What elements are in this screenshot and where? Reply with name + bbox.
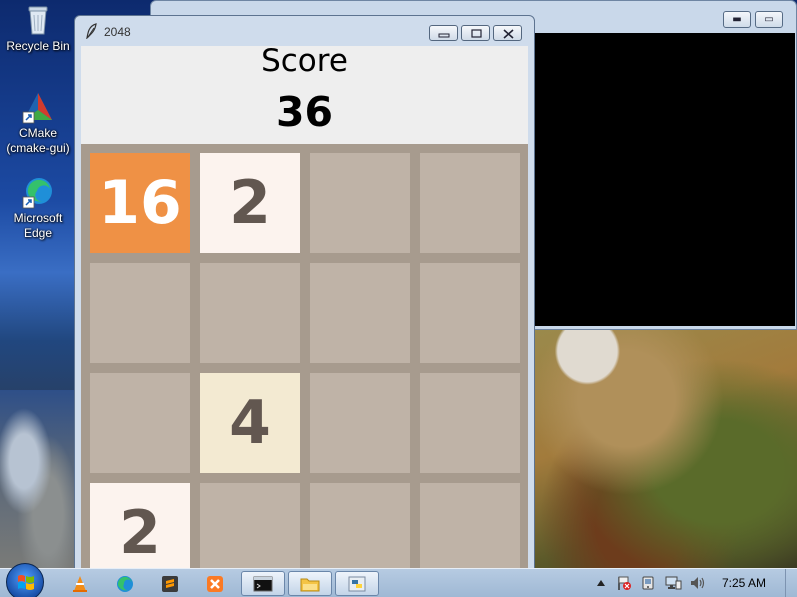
taskbar-explorer[interactable] (288, 571, 332, 596)
edge-icon (117, 576, 133, 592)
title-bar[interactable]: 2048 (75, 16, 534, 46)
taskbar-python[interactable] (335, 571, 379, 596)
tile-r0-c2 (310, 153, 410, 253)
desktop-icon-label: Microsoft Edge (13, 211, 63, 240)
show-desktop-button[interactable] (785, 569, 797, 597)
taskbar-xampp[interactable] (195, 571, 235, 596)
wallpaper-rocks (0, 390, 80, 568)
taskbar-vlc[interactable] (60, 571, 100, 596)
minimize-icon (438, 33, 450, 38)
desktop-icon-recycle-bin[interactable]: Recycle Bin (0, 3, 76, 54)
score-label: Score (261, 46, 348, 79)
background-window-content (535, 33, 795, 326)
vlc-icon (73, 576, 87, 592)
cmake-icon (22, 93, 52, 124)
python-icon (348, 576, 366, 592)
desktop-icon-label: CMake (cmake-gui) (6, 126, 70, 155)
tile-r2-c3 (420, 373, 520, 473)
close-button[interactable] (493, 25, 522, 41)
wallpaper-landscape (535, 327, 797, 568)
tile-r1-c2 (310, 263, 410, 363)
tile-r2-c2 (310, 373, 410, 473)
taskbar-sublime[interactable] (150, 571, 190, 596)
tile-r0-c0: 16 (90, 153, 190, 253)
bg-maximize-button[interactable]: ▭ (755, 11, 783, 28)
edge-icon (22, 178, 52, 209)
volume-icon[interactable] (689, 575, 705, 591)
score-value: 36 (275, 88, 334, 136)
cmd-icon (253, 576, 273, 592)
close-icon (503, 29, 514, 39)
tile-r2-c1: 4 (200, 373, 300, 473)
device-icon[interactable] (640, 575, 656, 591)
network-icon[interactable] (664, 575, 682, 591)
game-window[interactable]: 2048 Score 36 16 2 4 2 (74, 15, 535, 576)
tile-r3-c2 (310, 483, 410, 576)
tile-r1-c1 (200, 263, 300, 363)
game-client-area: Score 36 16 2 4 2 (81, 46, 528, 576)
taskbar-cmd[interactable] (241, 571, 285, 596)
sublime-icon (162, 576, 178, 592)
maximize-button[interactable] (461, 25, 490, 41)
windows-logo-icon (18, 575, 34, 590)
xampp-icon (207, 576, 223, 592)
tile-r0-c3 (420, 153, 520, 253)
tile-r2-c0 (90, 373, 190, 473)
bg-minimize-button[interactable]: ▬ (723, 11, 751, 28)
recycle-bin-icon (28, 6, 48, 35)
tile-r3-c0: 2 (90, 483, 190, 576)
tile-r3-c3 (420, 483, 520, 576)
tile-r1-c0 (90, 263, 190, 363)
taskbar: 7:25 AM (0, 563, 797, 597)
action-center-flag-icon[interactable] (616, 575, 632, 591)
start-button[interactable] (6, 563, 44, 597)
minimize-button[interactable] (429, 25, 458, 41)
game-board[interactable]: 16 2 4 2 (81, 144, 528, 576)
show-hidden-icons-arrow-icon[interactable] (596, 579, 606, 587)
taskbar-edge[interactable] (105, 571, 145, 596)
clock[interactable]: 7:25 AM (722, 576, 766, 590)
feather-icon (86, 23, 97, 39)
window-title: 2048 (104, 25, 131, 39)
tile-r1-c3 (420, 263, 520, 363)
desktop-icon-cmake[interactable]: CMake (cmake-gui) (0, 90, 76, 156)
desktop-icon-edge[interactable]: Microsoft Edge (0, 175, 76, 241)
folder-icon (300, 578, 320, 592)
tile-r0-c1: 2 (200, 153, 300, 253)
desktop-icon-label: Recycle Bin (6, 39, 70, 53)
tile-r3-c1 (200, 483, 300, 576)
restore-icon (471, 29, 482, 38)
